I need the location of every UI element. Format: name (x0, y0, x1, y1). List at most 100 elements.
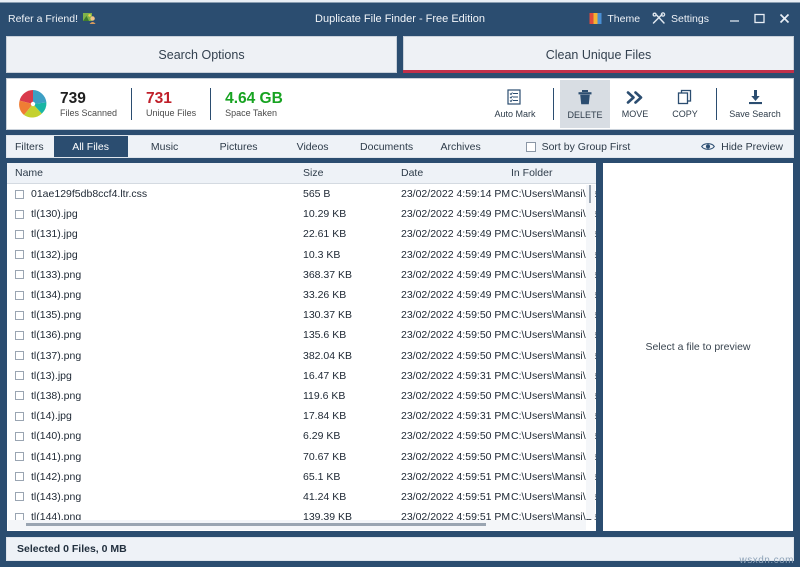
theme-button[interactable]: Theme (589, 12, 640, 25)
action-divider-1 (553, 88, 554, 120)
table-row[interactable]: tl(140).png6.29 KB23/02/2022 4:59:50 PMC… (7, 426, 596, 446)
filter-tab-documents[interactable]: Documents (350, 136, 424, 157)
row-checkbox[interactable] (15, 210, 24, 219)
row-date-cell: 23/02/2022 4:59:49 PM (401, 269, 511, 281)
table-row[interactable]: tl(134).png33.26 KB23/02/2022 4:59:49 PM… (7, 285, 596, 305)
filter-tab-archives[interactable]: Archives (424, 136, 498, 157)
row-size-cell: 368.37 KB (303, 269, 401, 281)
row-date-cell: 23/02/2022 4:59:50 PM (401, 309, 511, 321)
title-bar: Refer a Friend! Duplicate File Finder - … (0, 5, 800, 32)
close-button[interactable] (779, 13, 790, 24)
row-name-cell: tl(137).png (7, 350, 303, 362)
file-list-vertical-scrollbar[interactable] (586, 185, 595, 519)
row-folder-cell: C:\Users\Mansi\Desktop\MaM (511, 289, 596, 301)
row-size-cell: 382.04 KB (303, 350, 401, 362)
filter-tab-all-files[interactable]: All Files (54, 136, 128, 157)
row-name-text: tl(133).png (31, 269, 81, 281)
file-list-horizontal-scroll-thumb[interactable] (26, 523, 486, 526)
refer-a-friend-button[interactable]: Refer a Friend! (8, 12, 97, 25)
row-folder-cell: C:\Users\Mansi\Desktop\MaM (511, 390, 596, 402)
table-row[interactable]: tl(143).png41.24 KB23/02/2022 4:59:51 PM… (7, 487, 596, 507)
stat-files-scanned: 739 Files Scanned (60, 90, 131, 119)
sort-by-group-first-checkbox[interactable]: Sort by Group First (498, 136, 631, 157)
row-checkbox[interactable] (15, 230, 24, 239)
table-row[interactable]: tl(133).png 368.37 KB23/02/2022 4:59:49 P… (7, 265, 596, 285)
row-name-text: 01ae129f5db8ccf4.ltr.css (31, 188, 147, 200)
preview-empty-text: Select a file to preview (645, 341, 750, 353)
sort-by-group-first-checkbox-box[interactable] (526, 142, 536, 152)
filter-tab-music[interactable]: Music (128, 136, 202, 157)
row-folder-cell: C:\Users\Mansi\Desktop\MaM (511, 430, 596, 442)
table-row[interactable]: tl(141).png70.67 KB23/02/2022 4:59:50 PM… (7, 446, 596, 466)
row-checkbox[interactable] (15, 391, 24, 400)
row-checkbox[interactable] (15, 311, 24, 320)
column-header-name[interactable]: Name (7, 167, 303, 179)
sort-by-group-first-label: Sort by Group First (542, 141, 631, 153)
filter-tab-archives-label: Archives (440, 141, 480, 153)
row-folder-cell: C:\Users\Mansi\Desktop\MaM (511, 471, 596, 483)
row-folder-cell: C:\Users\Mansi\Desktop\MaM (511, 309, 596, 321)
row-name-cell: tl(132).jpg (7, 249, 303, 261)
row-checkbox[interactable] (15, 351, 24, 360)
theme-icon (589, 12, 602, 25)
eye-icon (701, 142, 715, 151)
table-row[interactable]: tl(138).png119.6 KB23/02/2022 4:59:50 PM… (7, 386, 596, 406)
table-row[interactable]: tl(137).png382.04 KB23/02/2022 4:59:50 P… (7, 346, 596, 366)
auto-mark-button[interactable]: Auto Mark (483, 80, 547, 128)
row-checkbox[interactable] (15, 190, 24, 199)
delete-button[interactable]: DELETE (560, 80, 610, 128)
row-checkbox[interactable] (15, 250, 24, 259)
row-checkbox[interactable] (15, 331, 24, 340)
row-name-text: tl(13).jpg (31, 370, 72, 382)
column-header-date[interactable]: Date (401, 167, 511, 179)
filter-tab-pictures[interactable]: Pictures (202, 136, 276, 157)
hide-preview-button[interactable]: Hide Preview (701, 136, 793, 157)
row-checkbox[interactable] (15, 472, 24, 481)
row-name-text: tl(138).png (31, 390, 81, 402)
column-header-size[interactable]: Size (303, 167, 401, 179)
row-name-cell: tl(136).png (7, 329, 303, 341)
settings-button[interactable]: Settings (652, 12, 709, 25)
tab-search-options-label: Search Options (158, 48, 244, 62)
row-checkbox[interactable] (15, 270, 24, 279)
minimize-button[interactable] (729, 13, 740, 24)
row-name-cell: tl(138).png (7, 390, 303, 402)
table-row[interactable]: tl(132).jpg10.3 KB23/02/2022 4:59:49 PMC… (7, 245, 596, 265)
table-row[interactable]: 01ae129f5db8ccf4.ltr.css565 B23/02/2022 … (7, 184, 596, 204)
file-list-vertical-scroll-thumb[interactable] (589, 185, 591, 203)
row-checkbox[interactable] (15, 492, 24, 501)
table-row[interactable]: tl(131).jpg22.61 KB23/02/2022 4:59:49 PM… (7, 224, 596, 244)
stats-toolbar: 739 Files Scanned 731 Unique Files 4.64 … (6, 78, 794, 130)
save-search-button[interactable]: Save Search (723, 80, 787, 128)
table-row[interactable]: tl(142).png65.1 KB23/02/2022 4:59:51 PMC… (7, 467, 596, 487)
filter-tab-videos[interactable]: Videos (276, 136, 350, 157)
tab-search-options[interactable]: Search Options (6, 36, 397, 73)
row-folder-cell: C:\Users\Mansi\Desktop\MaM (511, 269, 596, 281)
row-size-cell: 10.3 KB (303, 249, 401, 261)
row-checkbox[interactable] (15, 291, 24, 300)
watermark: wsxdn.com (739, 555, 794, 566)
move-button[interactable]: MOVE (610, 80, 660, 128)
maximize-button[interactable] (754, 13, 765, 24)
row-checkbox[interactable] (15, 371, 24, 380)
file-list-horizontal-scrollbar[interactable] (8, 520, 586, 530)
copy-button[interactable]: COPY (660, 80, 710, 128)
table-row[interactable]: tl(135).png130.37 KB23/02/2022 4:59:50 P… (7, 305, 596, 325)
row-name-text: tl(130).jpg (31, 208, 78, 220)
save-icon (747, 89, 764, 105)
row-checkbox[interactable] (15, 412, 24, 421)
row-checkbox[interactable] (15, 432, 24, 441)
tab-clean-unique-files[interactable]: Clean Unique Files (403, 36, 794, 73)
table-row[interactable]: tl(136).png135.6 KB23/02/2022 4:59:50 PM… (7, 325, 596, 345)
row-name-cell: tl(135).png (7, 309, 303, 321)
table-row[interactable]: tl(13).jpg16.47 KB23/02/2022 4:59:31 PMC… (7, 366, 596, 386)
filter-tab-all-files-label: All Files (72, 141, 109, 153)
table-row[interactable]: tl(14).jpg17.84 KB23/02/2022 4:59:31 PMC… (7, 406, 596, 426)
theme-label: Theme (607, 13, 640, 25)
row-checkbox[interactable] (15, 452, 24, 461)
row-size-cell: 130.37 KB (303, 309, 401, 321)
row-size-cell: 6.29 KB (303, 430, 401, 442)
column-header-in-folder[interactable]: In Folder (511, 167, 596, 179)
row-folder-cell: C:\Users\Mansi\Desktop\MaM (511, 228, 596, 240)
table-row[interactable]: tl(130).jpg10.29 KB23/02/2022 4:59:49 PM… (7, 204, 596, 224)
